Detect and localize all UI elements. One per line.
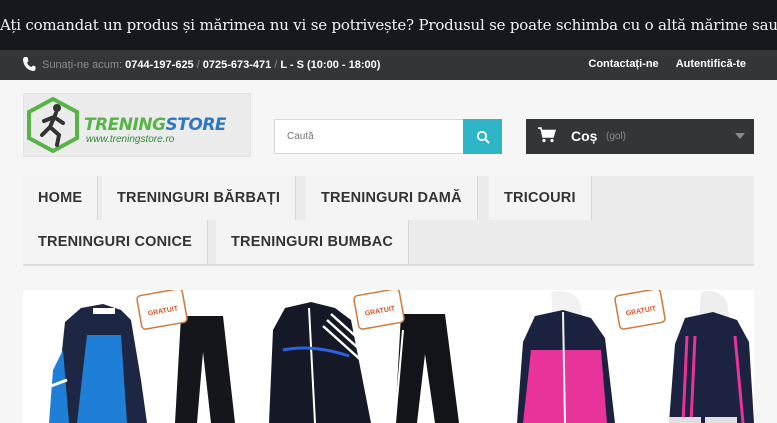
contact-info: Sunați-ne acum: 0744-197-625/0725-673-47… [42,59,381,71]
top-bar: Sunați-ne acum: 0744-197-625/0725-673-47… [0,50,777,80]
tracksuit-black-pants [175,316,235,423]
main-nav: HOME TRENINGURI BĂRBAȚI TRENINGURI DAMĂ … [23,176,754,266]
phone-number-2[interactable]: 0725-673-471 [203,59,272,71]
tracksuit-adidas-jacket [269,302,372,423]
tracksuit-pink-jacket [517,291,615,423]
nav-item-treninguri-dama[interactable]: TRENINGURI DAMĂ [306,176,478,220]
tracksuit-navy-jacket [669,291,754,423]
runner-logo-icon [27,97,79,153]
search-box [274,119,502,154]
nav-item-tricouri[interactable]: TRICOURI [489,176,592,220]
phone-icon [23,57,36,71]
brand-url: www.treningstore.ro [86,134,175,145]
search-button[interactable] [463,119,502,154]
cart-status: (gol) [606,131,627,142]
call-label: Sunați-ne acum: [42,59,123,71]
search-icon [476,130,489,143]
nav-item-treninguri-conice[interactable]: TRENINGURI CONICE [23,220,209,264]
slider-next-button[interactable] [705,417,737,423]
top-links: Contactați-ne Autentifică-te [574,58,746,70]
opening-hours: L - S (10:00 - 18:00) [280,59,381,71]
tracksuit-black-pants-2 [394,314,459,423]
nav-item-home[interactable]: HOME [23,176,99,220]
image-slider[interactable]: GRATUIT GRATUIT GRATUIT [23,290,754,423]
slider-prev-button[interactable] [669,417,701,423]
nav-divider [23,264,754,266]
promo-banner: Ați comandat un produs și mărimea nu vi … [0,0,777,50]
nav-item-treninguri-bumbac[interactable]: TRENINGURI BUMBAC [216,220,410,264]
cart-icon [538,127,556,143]
nav-item-treninguri-barbati[interactable]: TRENINGURI BĂRBAȚI [102,176,297,220]
contact-link[interactable]: Contactați-ne [588,58,658,70]
phone-number-1[interactable]: 0744-197-625 [125,59,194,71]
login-link[interactable]: Autentifică-te [676,58,746,70]
store-logo[interactable]: TRENINGSTORE www.treningstore.ro [23,93,251,157]
cart-button[interactable]: Coș (gol) [526,119,754,154]
brand-name: TRENINGSTORE [84,115,227,135]
tracksuit-blue-jacket [49,304,147,423]
cart-label: Coș [571,128,598,144]
chevron-down-icon [735,133,745,139]
search-input[interactable] [274,119,464,154]
header: TRENINGSTORE www.treningstore.ro Coș (go… [0,80,777,176]
